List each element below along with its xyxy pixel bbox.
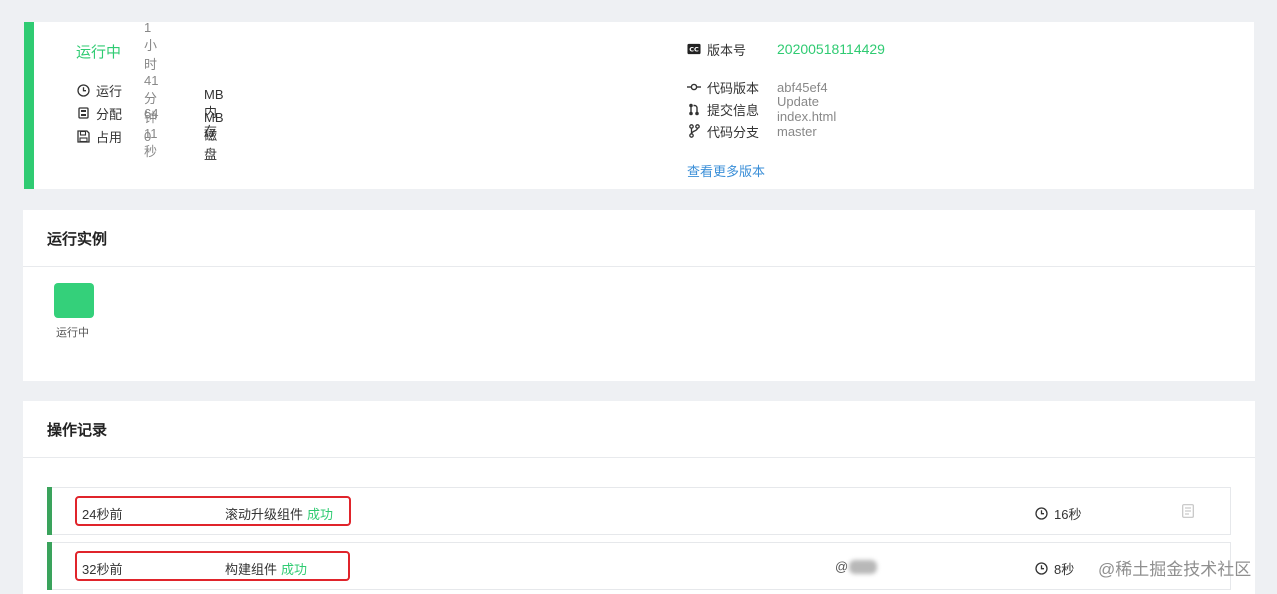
branch-value: master bbox=[777, 123, 817, 139]
version-row: CC 版本号 20200518114429 bbox=[687, 40, 885, 58]
app-status-card: 运行中 运行 1小时41分钟11秒 分配 64 MB 内存 占用 0 MB 磁盘… bbox=[24, 20, 1254, 189]
code-version-value: abf45ef4 bbox=[777, 79, 828, 95]
branch-row: 代码分支 master bbox=[687, 122, 817, 140]
instance-tile[interactable] bbox=[54, 283, 94, 318]
commit-message-row: 提交信息 Update index.html bbox=[687, 94, 836, 124]
operation-duration: 8秒 bbox=[1035, 559, 1074, 578]
disk-row: 占用 0 MB 磁盘 bbox=[76, 110, 224, 162]
operation-user-handle: @ bbox=[835, 559, 849, 574]
commit-icon bbox=[687, 80, 701, 94]
commit-message-value: Update index.html bbox=[777, 94, 837, 124]
operation-time: 32秒前 bbox=[82, 562, 123, 577]
operation-duration-value: 8秒 bbox=[1054, 562, 1075, 577]
code-version-label: 代码版本 bbox=[707, 80, 760, 96]
watermark: @稀土掘金技术社区 bbox=[1098, 560, 1252, 579]
clock-icon bbox=[1035, 507, 1048, 520]
operation-result: 成功 bbox=[307, 507, 334, 522]
operations-title: 操作记录 bbox=[23, 401, 1255, 458]
redacted-username bbox=[849, 559, 878, 574]
memory-icon bbox=[76, 106, 90, 120]
disk-unit: MB 磁盘 bbox=[204, 109, 224, 162]
clock-icon bbox=[76, 83, 90, 97]
operation-user: @ bbox=[835, 559, 878, 574]
row-status-bar bbox=[47, 487, 52, 535]
operation-row[interactable]: 24秒前 滚动升级组件 成功 16秒 bbox=[47, 487, 1231, 535]
operation-action: 滚动升级组件 成功 bbox=[225, 504, 333, 523]
view-more-versions-link[interactable]: 查看更多版本 bbox=[687, 161, 765, 180]
cc-badge-icon: CC bbox=[687, 42, 701, 56]
disk-label: 占用 bbox=[96, 129, 123, 145]
run-time-label: 运行 bbox=[96, 83, 123, 99]
instance-status-label: 运行中 bbox=[56, 327, 89, 339]
memory-label: 分配 bbox=[96, 106, 123, 122]
running-instances-card: 运行实例 运行中 bbox=[23, 210, 1255, 381]
disk-value: 0 bbox=[144, 128, 152, 144]
version-label: 版本号 bbox=[707, 42, 747, 58]
operation-time: 24秒前 bbox=[82, 507, 123, 522]
view-log-icon[interactable] bbox=[1182, 504, 1194, 518]
branch-icon bbox=[687, 124, 701, 138]
pull-request-icon bbox=[687, 102, 701, 116]
row-status-bar bbox=[47, 542, 52, 590]
status-accent-bar bbox=[24, 22, 34, 189]
instances-title: 运行实例 bbox=[23, 210, 1255, 267]
version-value: 20200518114429 bbox=[777, 41, 885, 57]
clock-icon bbox=[1035, 562, 1048, 575]
operation-action: 构建组件 成功 bbox=[225, 559, 307, 578]
operation-duration: 16秒 bbox=[1035, 504, 1081, 523]
operation-log-card: 操作记录 24秒前 滚动升级组件 成功 16秒 32秒前 构建组件 成功 @ 8秒 bbox=[23, 401, 1255, 594]
status-title: 运行中 bbox=[76, 44, 122, 61]
save-disk-icon bbox=[76, 129, 90, 143]
memory-value: 64 bbox=[144, 105, 159, 121]
commit-message-label: 提交信息 bbox=[707, 102, 760, 118]
run-time-row: 运行 1小时41分钟11秒 bbox=[76, 20, 158, 159]
branch-label: 代码分支 bbox=[707, 124, 760, 140]
operation-action-name: 构建组件 bbox=[225, 562, 278, 577]
code-version-row: 代码版本 abf45ef4 bbox=[687, 78, 828, 96]
operation-action-name: 滚动升级组件 bbox=[225, 507, 304, 522]
operation-row[interactable]: 32秒前 构建组件 成功 @ 8秒 bbox=[47, 542, 1231, 590]
svg-text:CC: CC bbox=[689, 46, 699, 54]
memory-row: 分配 64 MB 内存 bbox=[76, 87, 224, 139]
operation-duration-value: 16秒 bbox=[1054, 507, 1082, 522]
operation-result: 成功 bbox=[281, 562, 308, 577]
